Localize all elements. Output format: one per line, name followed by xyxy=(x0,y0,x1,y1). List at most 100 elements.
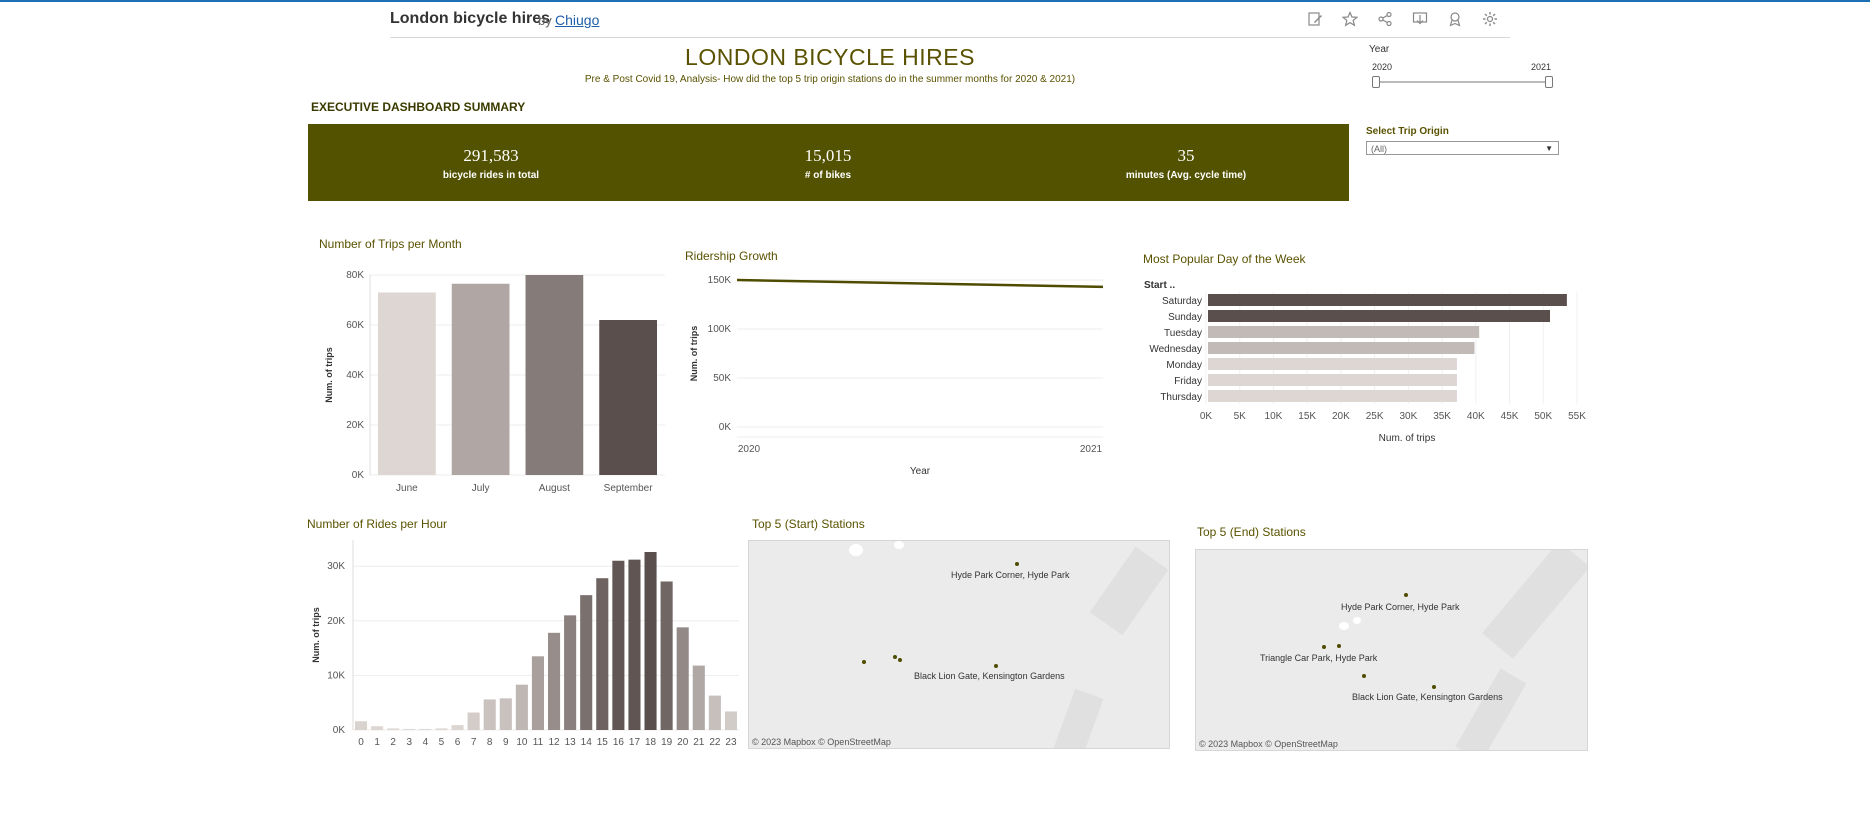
x-tick-label: 21 xyxy=(693,737,705,748)
bar xyxy=(435,728,448,730)
station-marker[interactable] xyxy=(862,660,866,664)
bar xyxy=(483,699,496,730)
y-tick-label: Monday xyxy=(1166,360,1202,371)
bar xyxy=(499,698,512,730)
x-tick-label: 16 xyxy=(613,737,625,748)
y-tick-label: 100K xyxy=(708,324,732,335)
kpi-bikes: 15,015 # of bikes xyxy=(728,146,928,181)
dashboard-title: LONDON BICYCLE HIRES xyxy=(685,44,975,70)
trips-per-month-chart: 0K 20K 40K 60K 80K Num. of trips June July Augus… xyxy=(324,270,665,494)
year-max-label: 2021 xyxy=(1531,62,1552,72)
x-tick-label: 2021 xyxy=(1080,444,1103,455)
x-tick-label: 0 xyxy=(358,737,364,748)
x-tick-label: 50K xyxy=(1534,411,1552,422)
year-slider-max-handle[interactable] xyxy=(1545,76,1553,88)
map-lake xyxy=(849,544,863,556)
bar xyxy=(1208,294,1567,306)
author-link[interactable]: Chiugo xyxy=(555,12,599,28)
year-slider-min-handle[interactable] xyxy=(1372,76,1380,88)
download-icon[interactable] xyxy=(1410,9,1430,29)
x-tick-label: 0K xyxy=(1200,411,1213,422)
station-marker[interactable] xyxy=(1015,562,1019,566)
x-tick-label: 5K xyxy=(1234,411,1247,422)
x-tick-label: 2 xyxy=(390,737,396,748)
map-lake xyxy=(1353,617,1361,624)
edit-icon[interactable] xyxy=(1305,9,1325,29)
bar xyxy=(660,581,673,730)
year-slider-track[interactable] xyxy=(1376,81,1549,83)
y-tick-label: 0K xyxy=(352,470,365,481)
bar xyxy=(451,725,464,730)
kpi-value: 15,015 xyxy=(804,146,852,165)
header-toolbar xyxy=(1305,9,1500,29)
map-lake xyxy=(894,541,904,549)
badge-icon[interactable] xyxy=(1445,9,1465,29)
station-label: Hyde Park Corner, Hyde Park xyxy=(951,570,1070,580)
bar xyxy=(1208,390,1457,402)
bar xyxy=(599,320,657,475)
bar xyxy=(378,292,436,475)
x-tick-label: 15K xyxy=(1298,411,1316,422)
x-tick-label: 4 xyxy=(423,737,429,748)
x-tick-label: 17 xyxy=(629,737,641,748)
map-attribution: © 2023 Mapbox © OpenStreetMap xyxy=(752,737,891,747)
station-marker[interactable] xyxy=(1362,674,1366,678)
station-label: Black Lion Gate, Kensington Gardens xyxy=(914,671,1065,681)
station-marker[interactable] xyxy=(1432,685,1436,689)
bar xyxy=(676,627,689,730)
x-tick-label: July xyxy=(472,483,490,494)
bar xyxy=(548,632,561,730)
x-tick-label: 23 xyxy=(725,737,737,748)
map-title-end: Top 5 (End) Stations xyxy=(1197,525,1306,539)
x-tick-label: 9 xyxy=(503,737,509,748)
x-tick-label: 35K xyxy=(1433,411,1451,422)
y-tick-label: 40K xyxy=(346,370,364,381)
chart-title-trips-month: Number of Trips per Month xyxy=(319,237,462,251)
y-tick-label: Thursday xyxy=(1160,392,1202,403)
bar xyxy=(580,595,593,730)
y-axis-title: Start .. xyxy=(1144,280,1175,291)
station-marker[interactable] xyxy=(1322,645,1326,649)
bar xyxy=(371,726,384,730)
x-tick-label: 20 xyxy=(677,737,689,748)
map-title-start: Top 5 (Start) Stations xyxy=(752,517,865,531)
star-icon[interactable] xyxy=(1340,9,1360,29)
bar xyxy=(387,728,400,730)
viz-title: London bicycle hires xyxy=(390,10,551,27)
x-tick-label: 1 xyxy=(374,737,380,748)
station-marker[interactable] xyxy=(898,658,902,662)
year-min-label: 2020 xyxy=(1372,62,1393,72)
x-tick-label: 22 xyxy=(709,737,721,748)
x-tick-label: 19 xyxy=(661,737,673,748)
station-marker[interactable] xyxy=(1337,644,1341,648)
y-tick-label: Friday xyxy=(1174,376,1202,387)
x-tick-label: June xyxy=(396,483,418,494)
y-tick-label: 0K xyxy=(719,422,732,433)
x-tick-label: 18 xyxy=(645,737,657,748)
share-icon[interactable] xyxy=(1375,9,1395,29)
origin-dropdown[interactable]: (All) ▼ xyxy=(1366,141,1559,155)
bar xyxy=(1208,374,1457,386)
station-marker[interactable] xyxy=(1404,593,1408,597)
end-stations-map[interactable]: Hyde Park Corner, Hyde Park Triangle Car… xyxy=(1195,549,1588,751)
gear-icon[interactable] xyxy=(1480,9,1500,29)
y-tick-label: 0K xyxy=(333,725,346,736)
y-axis-title: Num. of trips xyxy=(311,607,321,663)
x-tick-label: 13 xyxy=(565,737,577,748)
x-axis-title: Year xyxy=(910,466,931,477)
kpi-banner: 291,583 bicycle rides in total 15,015 # … xyxy=(308,124,1349,201)
x-tick-label: 10K xyxy=(1265,411,1283,422)
x-tick-label: 8 xyxy=(487,737,493,748)
bar xyxy=(1208,358,1457,370)
kpi-total-rides: 291,583 bicycle rides in total xyxy=(391,146,591,181)
x-tick-label: 6 xyxy=(455,737,461,748)
x-tick-label: 12 xyxy=(548,737,560,748)
bar xyxy=(1208,310,1551,322)
station-marker[interactable] xyxy=(893,655,897,659)
start-stations-map[interactable]: Hyde Park Corner, Hyde Park Black Lion G… xyxy=(748,540,1170,749)
station-marker[interactable] xyxy=(994,664,998,668)
top-accent-line xyxy=(0,0,1870,2)
station-label: Triangle Car Park, Hyde Park xyxy=(1260,653,1378,663)
bar xyxy=(612,560,625,730)
y-tick-label: Tuesday xyxy=(1164,328,1202,339)
